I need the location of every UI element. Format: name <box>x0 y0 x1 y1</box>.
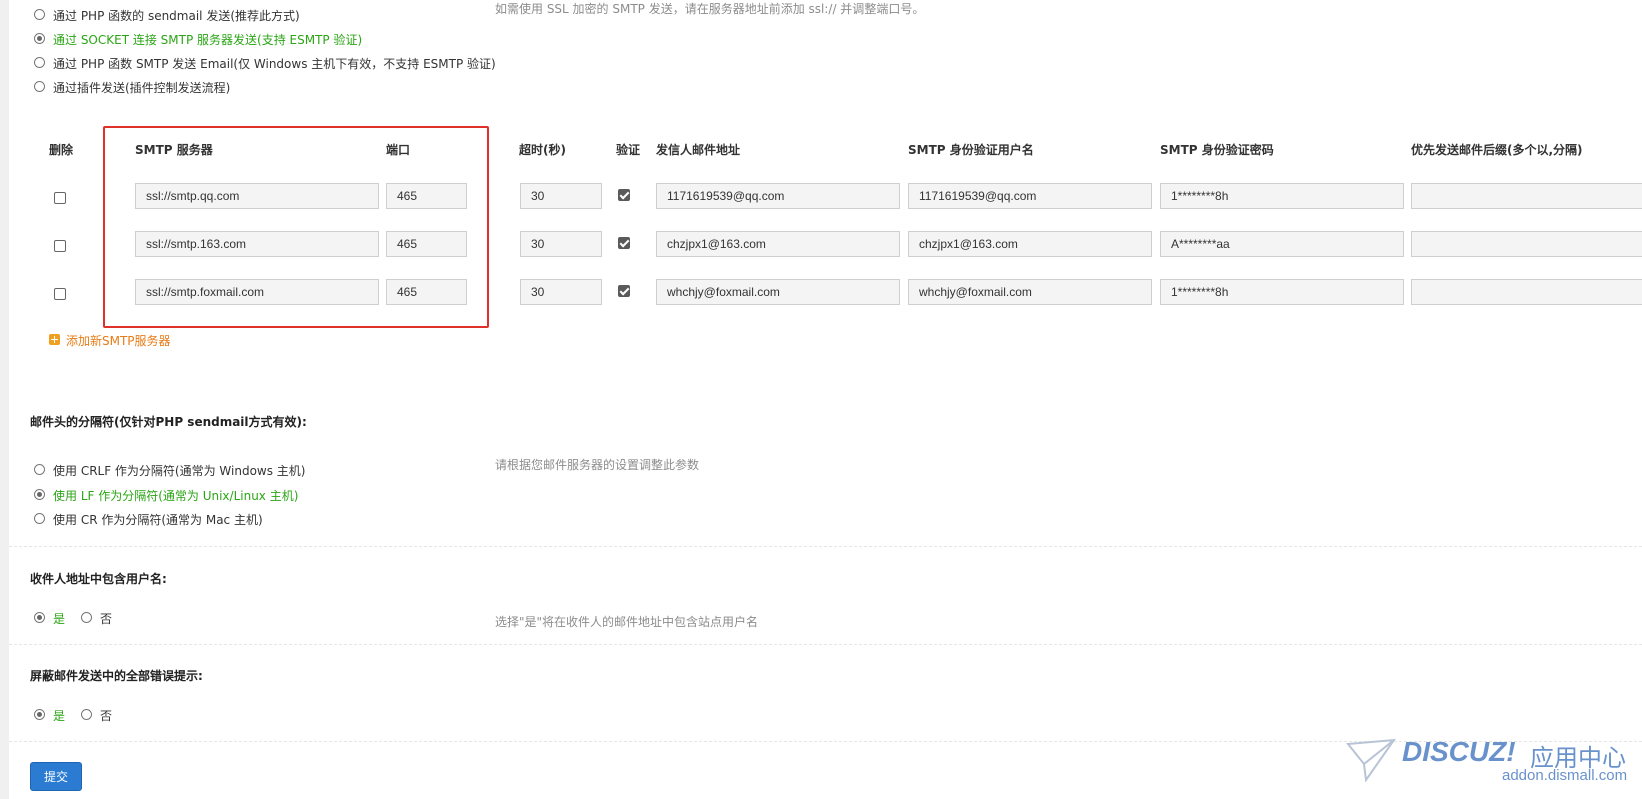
send-method-radio-socket[interactable] <box>34 33 45 44</box>
col-header-username: SMTP 身份验证用户名 <box>908 143 1034 157</box>
suffix-input[interactable] <box>1411 183 1642 209</box>
separator-hint: 请根据您邮件服务器的设置调整此参数 <box>495 458 700 472</box>
separator-label-crlf: 使用 CRLF 作为分隔符(通常为 Windows 主机) <box>53 464 306 478</box>
section-divider <box>9 644 1642 645</box>
delete-checkbox[interactable] <box>54 240 66 252</box>
silence-errors-no-label: 否 <box>100 709 113 723</box>
separator-radio-lf[interactable] <box>34 489 45 500</box>
include-username-yes-radio[interactable] <box>34 612 45 623</box>
send-method-radio-plugin[interactable] <box>34 81 45 92</box>
separator-radio-crlf[interactable] <box>34 464 45 475</box>
send-method-radio-sendmail[interactable] <box>34 9 45 20</box>
auth-checkbox[interactable] <box>618 237 630 249</box>
username-input[interactable] <box>908 279 1152 305</box>
silence-errors-no-radio[interactable] <box>81 709 92 720</box>
send-method-radio-php-smtp[interactable] <box>34 57 45 68</box>
from-input[interactable] <box>656 279 900 305</box>
suffix-input[interactable] <box>1411 231 1642 257</box>
submit-button[interactable]: 提交 <box>30 762 82 791</box>
section-divider <box>9 741 1642 742</box>
add-plus-icon[interactable] <box>49 334 60 345</box>
add-smtp-server-link[interactable]: 添加新SMTP服务器 <box>66 332 171 349</box>
separator-radio-cr[interactable] <box>34 513 45 524</box>
include-username-no-label: 否 <box>100 612 113 626</box>
silence-errors-yes-label: 是 <box>53 709 66 723</box>
highlight-box <box>103 126 489 328</box>
include-username-title: 收件人地址中包含用户名: <box>30 572 167 586</box>
section-divider <box>9 546 1642 547</box>
timeout-input[interactable] <box>520 231 602 257</box>
separator-title: 邮件头的分隔符(仅针对PHP sendmail方式有效): <box>30 415 307 429</box>
include-username-hint: 选择"是"将在收件人的邮件地址中包含站点用户名 <box>495 615 759 629</box>
send-method-label-sendmail: 通过 PHP 函数的 sendmail 发送(推荐此方式) <box>53 9 300 23</box>
send-method-label-php-smtp: 通过 PHP 函数 SMTP 发送 Email(仅 Windows 主机下有效，… <box>53 57 496 71</box>
paper-plane-icon <box>1346 738 1396 782</box>
col-header-password: SMTP 身份验证密码 <box>1160 143 1274 157</box>
separator-label-cr: 使用 CR 作为分隔符(通常为 Mac 主机) <box>53 513 263 527</box>
col-header-suffix: 优先发送邮件后缀(多个以,分隔) <box>1411 143 1583 157</box>
watermark-url: addon.dismall.com <box>1502 767 1628 784</box>
include-username-yes-label: 是 <box>53 612 66 626</box>
col-header-timeout: 超时(秒) <box>519 143 566 157</box>
delete-checkbox[interactable] <box>54 192 66 204</box>
password-input[interactable] <box>1160 183 1404 209</box>
include-username-no-radio[interactable] <box>81 612 92 623</box>
from-input[interactable] <box>656 183 900 209</box>
password-input[interactable] <box>1160 279 1404 305</box>
suffix-input[interactable] <box>1411 279 1642 305</box>
left-border <box>0 0 9 799</box>
col-header-delete: 删除 <box>49 143 74 157</box>
send-method-label-plugin: 通过插件发送(插件控制发送流程) <box>53 81 231 95</box>
username-input[interactable] <box>908 231 1152 257</box>
username-input[interactable] <box>908 183 1152 209</box>
delete-checkbox[interactable] <box>54 288 66 300</box>
auth-checkbox[interactable] <box>618 285 630 297</box>
from-input[interactable] <box>656 231 900 257</box>
watermark-brand: DISCUZ! <box>1402 736 1516 767</box>
password-input[interactable] <box>1160 231 1404 257</box>
timeout-input[interactable] <box>520 183 602 209</box>
separator-label-lf: 使用 LF 作为分隔符(通常为 Unix/Linux 主机) <box>53 489 299 503</box>
col-header-from: 发信人邮件地址 <box>656 143 741 157</box>
timeout-input[interactable] <box>520 279 602 305</box>
send-method-label-socket: 通过 SOCKET 连接 SMTP 服务器发送(支持 ESMTP 验证) <box>53 33 363 47</box>
silence-errors-title: 屏蔽邮件发送中的全部错误提示: <box>30 669 203 683</box>
col-header-auth: 验证 <box>616 143 641 157</box>
auth-checkbox[interactable] <box>618 189 630 201</box>
send-method-hint: 如需使用 SSL 加密的 SMTP 发送，请在服务器地址前添加 ssl:// 并… <box>495 2 925 16</box>
silence-errors-yes-radio[interactable] <box>34 709 45 720</box>
